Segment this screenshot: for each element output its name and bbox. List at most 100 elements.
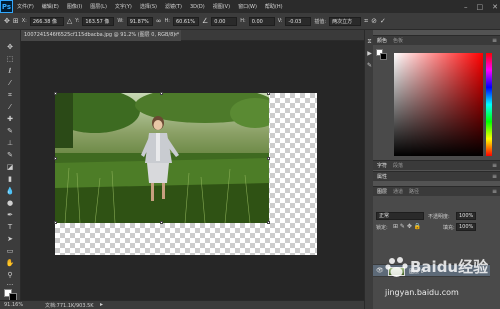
transform-handle-top[interactable] bbox=[160, 92, 163, 95]
x-input[interactable]: 266.38 像 bbox=[29, 16, 64, 26]
properties-panel: 属性 ≡ bbox=[373, 171, 500, 181]
brush-panel-icon[interactable]: ✎ bbox=[366, 62, 373, 69]
tab-paragraph[interactable]: 段落 bbox=[393, 162, 403, 169]
menu-view[interactable]: 视图(V) bbox=[209, 3, 234, 10]
zoom-level[interactable]: 91.16% bbox=[4, 302, 23, 308]
char-panel-menu-icon[interactable]: ≡ bbox=[492, 161, 497, 170]
warp-icon[interactable]: ⌗ bbox=[364, 17, 368, 26]
opacity-input[interactable]: 100% bbox=[456, 212, 476, 220]
marquee-tool-icon[interactable]: ⬚ bbox=[4, 54, 16, 64]
zoom-tool-icon[interactable]: ⚲ bbox=[4, 270, 16, 280]
tab-layers[interactable]: 图层 bbox=[377, 188, 387, 195]
blur-tool-icon[interactable]: 💧 bbox=[4, 186, 16, 196]
transform-handle-right[interactable] bbox=[267, 157, 270, 160]
menu-3d[interactable]: 3D(D) bbox=[186, 4, 209, 10]
color-panel-tabs: 颜色 色板 ≡ bbox=[373, 36, 500, 45]
menu-help[interactable]: 帮助(H) bbox=[261, 3, 287, 10]
link-icon[interactable]: ∞ bbox=[156, 17, 162, 25]
triangle-icon[interactable]: △ bbox=[67, 17, 72, 25]
maximize-button[interactable]: □ bbox=[477, 3, 484, 11]
history-brush-tool-icon[interactable]: ✎ bbox=[4, 150, 16, 160]
watermark-url: jingyan.baidu.com bbox=[385, 288, 459, 297]
document-tab[interactable]: 1007241546f6525cf115dbacba.jpg @ 91.2% (… bbox=[21, 30, 181, 41]
transform-handle-bottom-left[interactable] bbox=[54, 221, 57, 224]
interpolation-select[interactable]: 两次立方 bbox=[329, 16, 362, 26]
shape-tool-icon[interactable]: ▭ bbox=[4, 246, 16, 256]
character-panel: 字符 段落 ≡ bbox=[373, 160, 500, 170]
gradient-tool-icon[interactable]: ▮ bbox=[4, 174, 16, 184]
eraser-tool-icon[interactable]: ◪ bbox=[4, 162, 16, 172]
window-controls: – □ ✕ bbox=[464, 0, 498, 13]
move-tool-icon: ✥ bbox=[4, 17, 10, 25]
visibility-eye-icon[interactable]: 👁 bbox=[376, 267, 384, 274]
blend-mode-select[interactable]: 正常 bbox=[376, 212, 424, 220]
tab-swatches[interactable]: 色板 bbox=[393, 37, 403, 44]
cancel-transform-icon[interactable]: ⊘ bbox=[371, 17, 377, 25]
color-picker-field[interactable] bbox=[394, 53, 483, 156]
hand-tool-icon[interactable]: ✋ bbox=[4, 258, 16, 268]
clone-stamp-tool-icon[interactable]: ⊥ bbox=[4, 138, 16, 148]
y-input[interactable]: 163.57 像 bbox=[82, 16, 115, 26]
panel-menu-icon[interactable]: ≡ bbox=[492, 36, 497, 45]
transform-handle-bottom[interactable] bbox=[160, 221, 163, 224]
bg-color-chip[interactable] bbox=[380, 53, 387, 60]
crop-tool-icon[interactable]: ⌗ bbox=[4, 90, 16, 100]
quick-select-tool-icon[interactable]: ⁄ bbox=[4, 78, 16, 88]
layers-panel-menu-icon[interactable]: ≡ bbox=[492, 187, 497, 196]
canvas-area[interactable] bbox=[21, 41, 364, 300]
tab-color[interactable]: 颜色 bbox=[377, 37, 387, 44]
hue-slider[interactable] bbox=[486, 53, 492, 156]
skew-h-label: H: bbox=[240, 18, 246, 24]
transform-handle-left[interactable] bbox=[54, 157, 57, 160]
history-panel-icon[interactable]: ⧖ bbox=[366, 38, 373, 45]
menu-window[interactable]: 窗口(W) bbox=[234, 3, 261, 10]
minimize-button[interactable]: – bbox=[464, 3, 468, 11]
menu-image[interactable]: 图像(I) bbox=[63, 3, 86, 10]
menu-filter[interactable]: 滤镜(T) bbox=[161, 3, 186, 10]
fill-input[interactable]: 100% bbox=[456, 223, 476, 231]
menu-edit[interactable]: 编辑(E) bbox=[38, 3, 63, 10]
pen-tool-icon[interactable]: ✒ bbox=[4, 210, 16, 220]
move-tool-icon[interactable]: ✥ bbox=[4, 42, 16, 52]
reference-point-icon[interactable]: ⊞ bbox=[13, 17, 19, 25]
eyedropper-tool-icon[interactable]: ⁄ bbox=[4, 102, 16, 112]
menu-type[interactable]: 文字(Y) bbox=[111, 3, 136, 10]
close-window-button[interactable]: ✕ bbox=[492, 3, 498, 11]
transform-handle-top-right[interactable] bbox=[267, 92, 270, 95]
menu-file[interactable]: 文件(F) bbox=[13, 3, 38, 10]
transform-handle-bottom-right[interactable] bbox=[267, 221, 270, 224]
lasso-tool-icon[interactable]: ℓ bbox=[4, 66, 16, 76]
tab-channels[interactable]: 通道 bbox=[393, 188, 403, 195]
height-input[interactable]: 60.61% bbox=[172, 16, 199, 26]
commit-transform-icon[interactable]: ✓ bbox=[380, 17, 386, 25]
brush-tool-icon[interactable]: ✎ bbox=[4, 126, 16, 136]
transform-handle-top-left[interactable] bbox=[54, 92, 57, 95]
tab-paths[interactable]: 路径 bbox=[409, 188, 419, 195]
props-panel-menu-icon[interactable]: ≡ bbox=[492, 172, 497, 181]
watermark-brand: Baidu经验 bbox=[410, 258, 489, 276]
skew-h-input[interactable]: 0.00 bbox=[248, 16, 275, 26]
tab-character[interactable]: 字符 bbox=[377, 162, 387, 169]
status-arrow-icon[interactable]: ▸ bbox=[100, 301, 103, 308]
tab-properties[interactable]: 属性 bbox=[377, 173, 387, 180]
tab-close-icon[interactable]: × bbox=[174, 30, 178, 41]
layer-image[interactable] bbox=[55, 93, 269, 223]
dodge-tool-icon[interactable]: ● bbox=[4, 198, 16, 208]
baidu-paw-logo bbox=[385, 257, 408, 277]
status-bar: 91.16% 文档:771.1K/903.5K ▸ bbox=[0, 300, 364, 309]
lock-icons[interactable]: ⊞ ✎ ✥ 🔒 bbox=[393, 223, 421, 230]
options-bar: ✥ ⊞ X: 266.38 像 △ Y: 163.57 像 W: 91.87% … bbox=[0, 13, 500, 30]
healing-brush-tool-icon[interactable]: ✚ bbox=[4, 114, 16, 124]
skew-v-input[interactable]: -0.03 bbox=[285, 16, 312, 26]
document-canvas[interactable] bbox=[54, 92, 317, 255]
x-label: X: bbox=[21, 18, 27, 24]
meadow-photo bbox=[55, 93, 269, 223]
path-select-tool-icon[interactable]: ➤ bbox=[4, 234, 16, 244]
collapsed-panel-strip: ⧖ ▶ ✎ bbox=[364, 30, 373, 309]
width-input[interactable]: 91.87% bbox=[126, 16, 153, 26]
actions-panel-icon[interactable]: ▶ bbox=[366, 50, 373, 57]
menu-layer[interactable]: 图层(L) bbox=[86, 3, 111, 10]
type-tool-icon[interactable]: T bbox=[4, 222, 16, 232]
angle-input[interactable]: 0.00 bbox=[211, 16, 238, 26]
menu-select[interactable]: 选择(S) bbox=[136, 3, 161, 10]
